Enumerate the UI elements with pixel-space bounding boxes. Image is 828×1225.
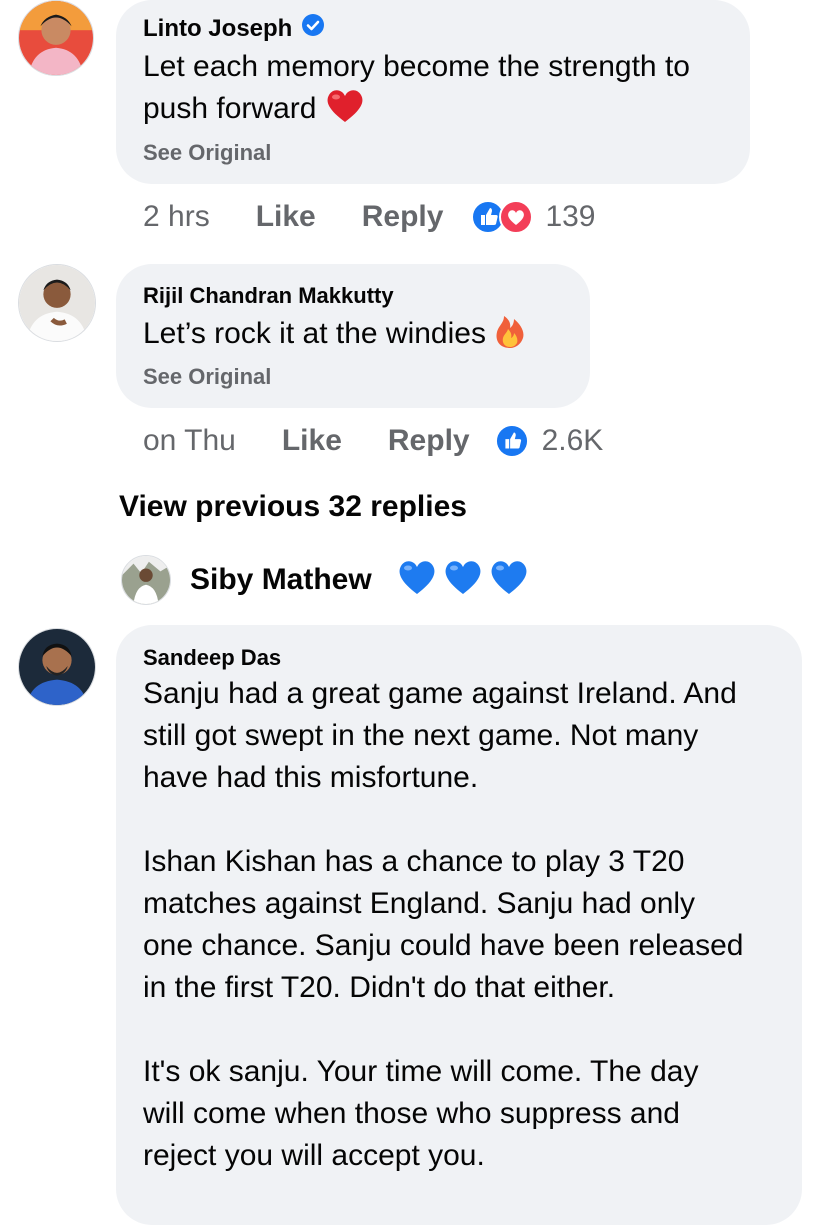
comment-text: Let’s rock it at the windies: [143, 311, 583, 361]
avatar[interactable]: [121, 555, 171, 605]
comment-text: Sanju had a great game against Ireland. …: [143, 677, 744, 1172]
see-original-link[interactable]: See Original: [143, 364, 271, 390]
comment-actions: 2 hrs Like Reply 139: [143, 200, 596, 234]
comment-actions: on Thu Like Reply 2.6K: [143, 424, 603, 458]
reaction-count[interactable]: 2.6K: [542, 424, 604, 458]
reactions-summary[interactable]: [471, 200, 534, 234]
author-name[interactable]: Sandeep Das: [143, 645, 281, 671]
comment-time[interactable]: on Thu: [143, 424, 236, 458]
reaction-count[interactable]: 139: [545, 200, 595, 234]
avatar[interactable]: [18, 0, 94, 76]
avatar[interactable]: [18, 264, 96, 342]
like-button[interactable]: Like: [282, 424, 342, 458]
author-name[interactable]: Rijil Chandran Makkutty: [143, 283, 394, 309]
blue-heart-icon: [442, 558, 484, 601]
reply-emojis: [396, 558, 530, 601]
author-name[interactable]: Linto Joseph: [143, 15, 292, 43]
avatar[interactable]: [18, 628, 96, 706]
verified-badge-icon: [302, 14, 325, 43]
view-previous-replies-link[interactable]: View previous 32 replies: [119, 490, 467, 524]
comment-time[interactable]: 2 hrs: [143, 200, 210, 234]
blue-heart-icon: [396, 558, 438, 601]
reply-preview[interactable]: Siby Mathew: [190, 558, 530, 601]
comment-text: Let each memory become the strength to p…: [143, 46, 743, 136]
reactions-summary[interactable]: [496, 425, 528, 457]
comment-author[interactable]: Rijil Chandran Makkutty: [143, 283, 394, 309]
comment-author[interactable]: Sandeep Das: [143, 645, 281, 671]
like-button[interactable]: Like: [256, 200, 316, 234]
reply-author[interactable]: Siby Mathew: [190, 563, 372, 597]
red-heart-icon: [325, 88, 365, 136]
comment-author[interactable]: Linto Joseph: [143, 14, 325, 43]
see-original-link[interactable]: See Original: [143, 140, 271, 166]
like-reaction-icon: [496, 425, 528, 457]
reply-button[interactable]: Reply: [362, 200, 444, 234]
love-reaction-icon: [499, 200, 534, 234]
blue-heart-icon: [488, 558, 530, 601]
reply-button[interactable]: Reply: [388, 424, 470, 458]
fire-icon: [494, 311, 526, 361]
